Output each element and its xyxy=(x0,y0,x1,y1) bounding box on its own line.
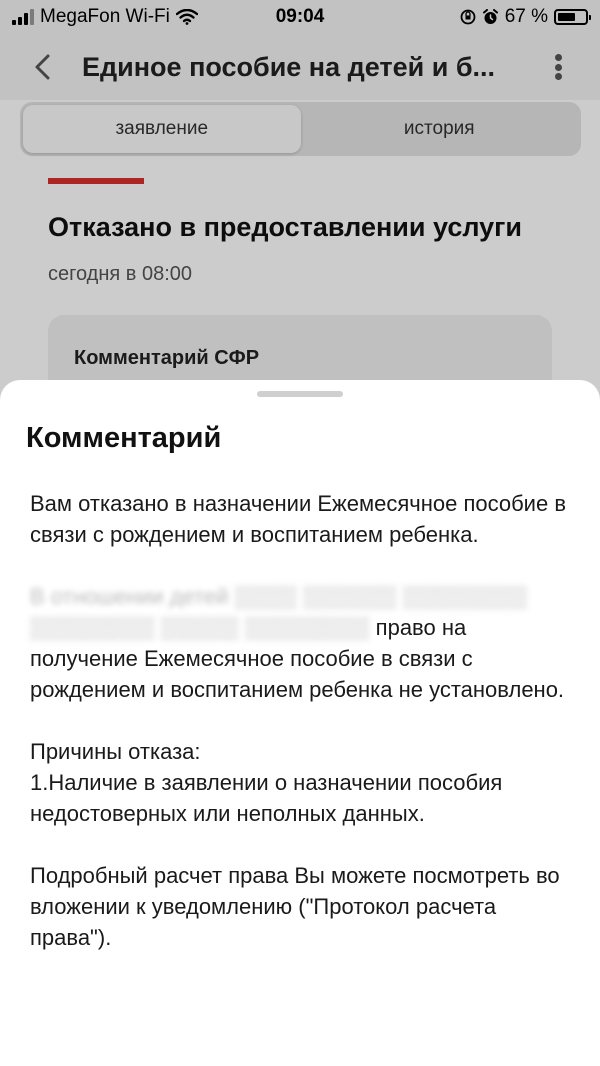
sheet-body: Вам отказано в назначении Ежемесячное по… xyxy=(30,488,575,984)
reason-item: 1.Наличие в заявлении о назначении пособ… xyxy=(30,770,503,826)
sheet-title: Комментарий xyxy=(26,422,222,454)
refusal-paragraph: Вам отказано в назначении Ежемесячное по… xyxy=(30,491,567,547)
rights-paragraph: В отношении детей ▒▒▒▒ ▒▒▒▒▒▒ ▒▒▒▒▒▒▒▒ ▒… xyxy=(30,581,575,705)
details-paragraph: Подробный расчет права Вы можете посмотр… xyxy=(30,863,560,950)
sheet-grabber-handle[interactable] xyxy=(257,391,343,397)
reasons-heading: Причины отказа: xyxy=(30,739,201,764)
comment-bottom-sheet: Комментарий Вам отказано в назначении Еж… xyxy=(0,380,600,1066)
